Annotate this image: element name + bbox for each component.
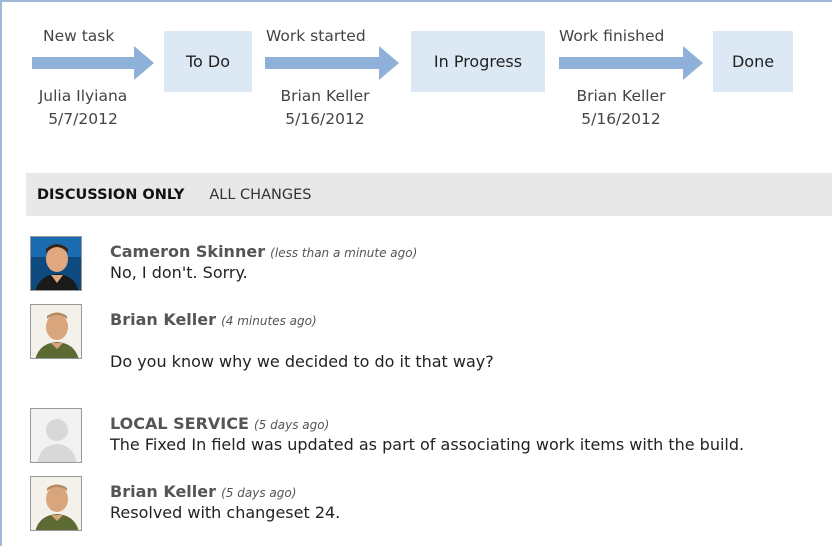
state-label: Done xyxy=(731,52,775,71)
transition-label: Work finished xyxy=(559,27,665,45)
comment-author[interactable]: Cameron Skinner xyxy=(110,242,265,261)
filter-all-changes[interactable]: ALL CHANGES xyxy=(184,187,311,203)
filter-discussion-only[interactable]: DISCUSSION ONLY xyxy=(26,187,184,203)
state-label: In Progress xyxy=(433,52,523,71)
transition-date: 5/7/2012 xyxy=(48,110,118,128)
transition-date: 5/16/2012 xyxy=(285,110,365,128)
comment-time: (less than a minute ago) xyxy=(270,246,418,260)
comment-author[interactable]: LOCAL SERVICE xyxy=(110,414,249,433)
transition-actor: Brian Keller 5/16/2012 xyxy=(561,85,681,131)
transition-actor: Brian Keller 5/16/2012 xyxy=(265,85,385,131)
transition-actor: Julia Ilyiana 5/7/2012 xyxy=(23,85,143,131)
transition-date: 5/16/2012 xyxy=(581,110,661,128)
avatar xyxy=(30,304,82,359)
transition-actor-name: Julia Ilyiana xyxy=(38,87,128,105)
comment-author[interactable]: Brian Keller xyxy=(110,482,216,501)
comment-author[interactable]: Brian Keller xyxy=(110,310,216,329)
transition-label: Work started xyxy=(266,27,366,45)
avatar xyxy=(30,476,82,531)
comment-time: (5 days ago) xyxy=(221,486,297,500)
comment-time: (4 minutes ago) xyxy=(221,314,317,328)
state-in-progress[interactable]: In Progress xyxy=(411,31,545,92)
user-photo-icon xyxy=(31,477,81,530)
state-transition-diagram: New task Julia Ilyiana 5/7/2012 To Do Wo… xyxy=(0,0,832,160)
avatar xyxy=(30,408,82,463)
generic-user-icon xyxy=(31,409,81,462)
state-done[interactable]: Done xyxy=(713,31,793,92)
state-to-do[interactable]: To Do xyxy=(164,31,252,92)
comment-time: (5 days ago) xyxy=(254,418,330,432)
comment-message: The Fixed In field was updated as part o… xyxy=(110,435,745,454)
user-photo-icon xyxy=(31,305,81,358)
avatar xyxy=(30,236,82,291)
comment-message: Resolved with changeset 24. xyxy=(110,503,341,522)
transition-arrow-icon xyxy=(265,46,399,80)
transition-arrow-icon xyxy=(559,46,703,80)
transition-actor-name: Brian Keller xyxy=(280,87,370,105)
transition-arrow-icon xyxy=(32,46,154,80)
discussion-filter-bar: DISCUSSION ONLY ALL CHANGES xyxy=(26,173,832,216)
transition-label: New task xyxy=(43,27,115,45)
user-photo-icon xyxy=(31,237,81,290)
transition-actor-name: Brian Keller xyxy=(576,87,666,105)
state-label: To Do xyxy=(185,52,231,71)
comment-message: Do you know why we decided to do it that… xyxy=(110,352,494,371)
comment-message: No, I don't. Sorry. xyxy=(110,263,248,282)
